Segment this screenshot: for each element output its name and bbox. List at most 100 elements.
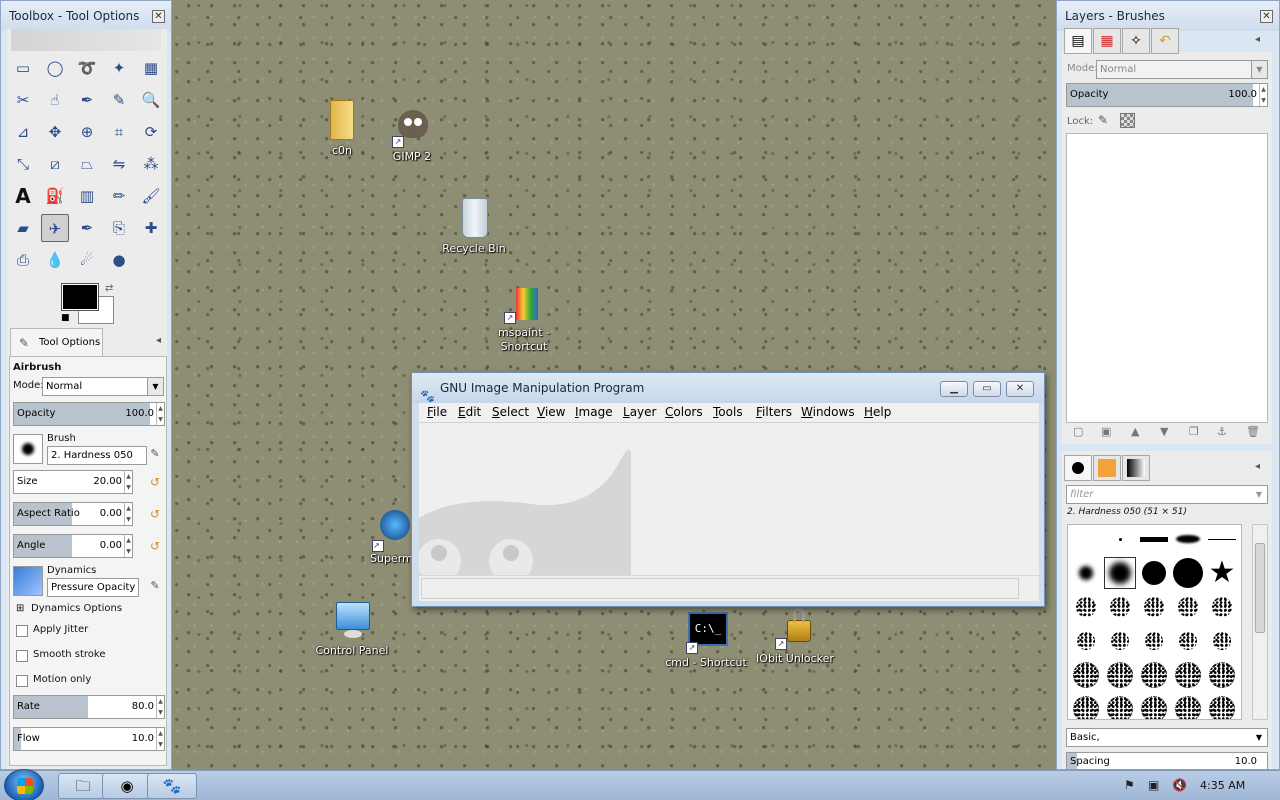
spin-arrows-icon[interactable]: ▲ ▼: [156, 403, 164, 425]
tab-channels[interactable]: ▦: [1093, 28, 1121, 54]
move-icon[interactable]: ✥: [41, 118, 69, 146]
menu-item[interactable]: File: [427, 403, 447, 422]
brush-swatch[interactable]: [1070, 693, 1102, 719]
zoom-icon[interactable]: 🔍: [137, 86, 165, 114]
angle-slider[interactable]: Angle 0.00 ▲ ▼: [13, 534, 133, 558]
tab-menu-icon[interactable]: ◂: [156, 335, 161, 346]
menu-item[interactable]: Help: [864, 403, 891, 422]
flow-slider[interactable]: Flow 10.0 ▲ ▼: [13, 727, 165, 751]
free-select-icon[interactable]: ➰: [73, 54, 101, 82]
spin-arrows-icon[interactable]: ▲ ▼: [124, 471, 132, 493]
desktop-icon-gimp[interactable]: ↗ GIMP 2: [370, 104, 454, 164]
size-slider[interactable]: Size 20.00 ▲ ▼: [13, 470, 133, 494]
perspective-clone-icon[interactable]: ⎙: [9, 246, 37, 274]
tab-patterns[interactable]: [1093, 455, 1121, 481]
measure-icon[interactable]: ⊿: [9, 118, 37, 146]
fuzzy-select-icon[interactable]: ✦: [105, 54, 133, 82]
menu-item[interactable]: Select: [492, 403, 529, 422]
minimize-button[interactable]: ▁: [940, 381, 968, 397]
scissors-icon[interactable]: ✂: [9, 86, 37, 114]
reset-size-icon[interactable]: ↺: [147, 474, 163, 490]
new-layer-group-icon[interactable]: ▣: [1101, 425, 1111, 438]
paintbrush-icon[interactable]: 🖌: [137, 182, 165, 210]
brush-swatch[interactable]: [1172, 591, 1204, 623]
brush-swatch[interactable]: [1104, 625, 1136, 657]
tab-menu-icon[interactable]: ◂: [1255, 34, 1260, 45]
eraser-icon[interactable]: ▰: [9, 214, 37, 242]
brush-swatch[interactable]: [1206, 625, 1238, 657]
dodge-burn-icon[interactable]: ●: [105, 246, 133, 274]
apply-jitter-checkbox[interactable]: [16, 625, 28, 637]
brush-grid[interactable]: ★: [1067, 524, 1242, 720]
close-button[interactable]: ✕: [1006, 381, 1034, 397]
brush-field[interactable]: 2. Hardness 050: [47, 446, 147, 465]
foreground-color-swatch[interactable]: [61, 283, 99, 311]
paths-icon[interactable]: ✒: [73, 86, 101, 114]
brush-swatch[interactable]: [1104, 659, 1136, 691]
desktop-icon-superm[interactable]: ↗ Superm: [350, 508, 413, 566]
perspective-icon[interactable]: ⏢: [73, 150, 101, 178]
lock-pixels-icon[interactable]: ✎: [1098, 113, 1108, 127]
brush-swatch[interactable]: [1138, 557, 1170, 589]
scale-icon[interactable]: ⤡: [9, 150, 37, 178]
brush-swatch[interactable]: [1172, 625, 1204, 657]
brush-filter-input[interactable]: filter ▼: [1066, 485, 1268, 504]
dynamics-preview[interactable]: [13, 566, 43, 596]
brush-swatch[interactable]: [1070, 659, 1102, 691]
spin-arrows-icon[interactable]: ▲ ▼: [156, 696, 164, 718]
taskbar-app-button[interactable]: ◉: [102, 773, 152, 799]
menu-item[interactable]: View: [537, 403, 565, 422]
rate-slider[interactable]: Rate 80.0 ▲ ▼: [13, 695, 165, 719]
layers-titlebar[interactable]: Layers - Brushes ✕: [1057, 1, 1279, 31]
spin-arrows-icon[interactable]: ▲ ▼: [156, 728, 164, 750]
brush-swatch[interactable]: [1172, 557, 1204, 589]
clone-icon[interactable]: ⎘: [105, 214, 133, 242]
color-picker-icon[interactable]: ✎: [105, 86, 133, 114]
brush-swatch[interactable]: [1138, 693, 1170, 719]
brush-swatch[interactable]: [1138, 625, 1170, 657]
clock[interactable]: 4:35 AM: [1200, 779, 1245, 792]
flip-icon[interactable]: ⇋: [105, 150, 133, 178]
start-button[interactable]: [4, 769, 44, 800]
menu-item[interactable]: Image: [575, 403, 613, 422]
brush-swatch[interactable]: [1138, 525, 1170, 553]
opacity-slider[interactable]: Opacity 100.0 ▲ ▼: [13, 402, 165, 426]
action-center-flag-icon[interactable]: ⚑: [1124, 778, 1135, 792]
brush-swatch[interactable]: [1070, 625, 1102, 657]
spin-arrows-icon[interactable]: ▲ ▼: [124, 535, 132, 557]
reset-aspect-icon[interactable]: ↺: [147, 506, 163, 522]
tab-brushes[interactable]: [1064, 455, 1092, 481]
align-icon[interactable]: ⊕: [73, 118, 101, 146]
swap-colors-icon[interactable]: ⇄: [105, 283, 113, 294]
brush-scrollbar[interactable]: [1252, 524, 1268, 720]
duplicate-layer-icon[interactable]: ❐: [1189, 425, 1199, 438]
desktop-icon-mspaint[interactable]: ↗ mspaint - Shortcut: [482, 280, 566, 354]
network-icon[interactable]: ▣: [1148, 778, 1159, 792]
brush-swatch[interactable]: [1206, 591, 1238, 623]
foreground-select-icon[interactable]: ☝: [41, 86, 69, 114]
volume-muted-icon[interactable]: 🔇: [1172, 778, 1187, 792]
airbrush-icon[interactable]: ✈: [41, 214, 69, 242]
tab-paths[interactable]: ✧: [1122, 28, 1150, 54]
anchor-layer-icon[interactable]: ⚓: [1217, 425, 1227, 438]
desktop-icon-recycle-bin[interactable]: Recycle Bin: [432, 196, 516, 256]
tab-tool-options[interactable]: ✎ Tool Options: [10, 328, 103, 356]
edit-dynamics-icon[interactable]: ✎: [147, 578, 163, 594]
brush-swatch[interactable]: [1206, 693, 1238, 719]
new-layer-icon[interactable]: ▢: [1073, 425, 1083, 438]
raise-layer-icon[interactable]: ▲: [1131, 425, 1139, 438]
brush-swatch[interactable]: [1104, 525, 1136, 553]
brush-swatch[interactable]: [1138, 591, 1170, 623]
blur-icon[interactable]: 💧: [41, 246, 69, 274]
maximize-button[interactable]: ▭: [973, 381, 1001, 397]
edit-brush-icon[interactable]: ✎: [147, 446, 163, 462]
heal-icon[interactable]: ✚: [137, 214, 165, 242]
brush-swatch[interactable]: [1070, 591, 1102, 623]
rect-select-icon[interactable]: ▭: [9, 54, 37, 82]
text-icon[interactable]: A: [9, 182, 37, 210]
rotate-icon[interactable]: ⟳: [137, 118, 165, 146]
menu-item[interactable]: Tools: [713, 403, 743, 422]
brush-swatch[interactable]: [1172, 525, 1204, 553]
aspect-ratio-slider[interactable]: Aspect Ratio 0.00 ▲ ▼: [13, 502, 133, 526]
delete-layer-icon[interactable]: 🗑: [1246, 425, 1260, 438]
